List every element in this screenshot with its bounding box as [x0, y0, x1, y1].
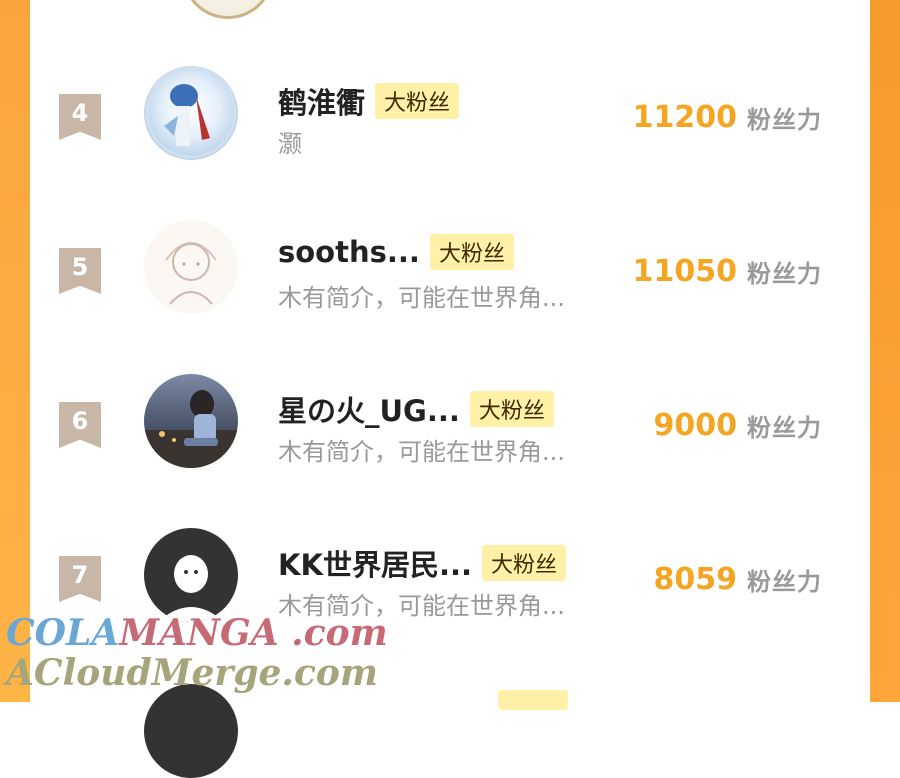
avatar[interactable]: [144, 374, 238, 468]
anime-avatar-art: [145, 67, 237, 159]
photo-avatar-art: [144, 390, 238, 468]
fan-score-label: 粉丝力: [747, 106, 822, 134]
fan-score: 9000: [653, 408, 738, 443]
fan-score: 8059: [653, 562, 738, 597]
sketch-avatar-art: [165, 242, 217, 305]
user-name[interactable]: 星の火_UG...: [278, 388, 460, 430]
user-bio: 灏: [278, 130, 302, 158]
watermark-site: ACloudMerge.com: [6, 652, 378, 694]
user-name[interactable]: sooths...: [278, 235, 420, 269]
user-name[interactable]: 鹤淮衢: [278, 80, 365, 122]
avatar-partial[interactable]: [144, 684, 238, 778]
user-bio: 木有简介，可能在世界角...: [278, 438, 565, 466]
fan-level-badge: 大粉丝: [375, 83, 460, 119]
fan-score-label: 粉丝力: [747, 568, 822, 596]
fan-level-badge-partial: [498, 690, 568, 710]
rank-ribbon-icon: 4: [59, 94, 101, 140]
watermark-part-c: .com: [278, 612, 388, 654]
fan-score-label: 粉丝力: [747, 414, 822, 442]
right-frame: [870, 0, 900, 702]
avatar-partial[interactable]: [182, 0, 274, 19]
list-item[interactable]: 6 星の火_UG... 大粉丝 木有简介，可能在世界角... 9000 粉丝力: [30, 356, 870, 496]
list-item[interactable]: 4 鹤淮衢 大粉丝 灏 11200 粉丝力: [30, 48, 870, 188]
user-name[interactable]: KK世界居民...: [278, 542, 472, 584]
watermark-part-b: MANGA: [119, 612, 279, 654]
fan-level-badge: 大粉丝: [429, 234, 514, 270]
rank-ribbon-icon: 5: [59, 248, 101, 294]
list-item[interactable]: 5 sooths... 大粉丝 木有简介，可能在世界角... 11050 粉丝力: [30, 202, 870, 342]
avatar[interactable]: [144, 528, 238, 622]
default-avatar-icon: [158, 555, 224, 622]
fan-score: 11050: [632, 254, 737, 289]
avatar[interactable]: [144, 220, 238, 314]
left-frame: [0, 0, 30, 702]
fan-score: 11200: [632, 100, 737, 135]
rank-ribbon-icon: 6: [59, 402, 101, 448]
rank-ribbon-icon: 7: [59, 556, 101, 602]
fan-level-badge: 大粉丝: [469, 391, 554, 427]
ranking-card: 4 鹤淮衢 大粉丝 灏 11200 粉丝力 5 sooths... 大粉丝 木有…: [30, 0, 870, 778]
watermark-part-a: COLA: [6, 612, 120, 654]
avatar[interactable]: [144, 66, 238, 160]
user-bio: 木有简介，可能在世界角...: [278, 284, 565, 312]
fan-score-label: 粉丝力: [747, 260, 822, 288]
fan-level-badge: 大粉丝: [482, 545, 567, 581]
watermark-brand: COLAMANGA .com: [6, 612, 388, 654]
